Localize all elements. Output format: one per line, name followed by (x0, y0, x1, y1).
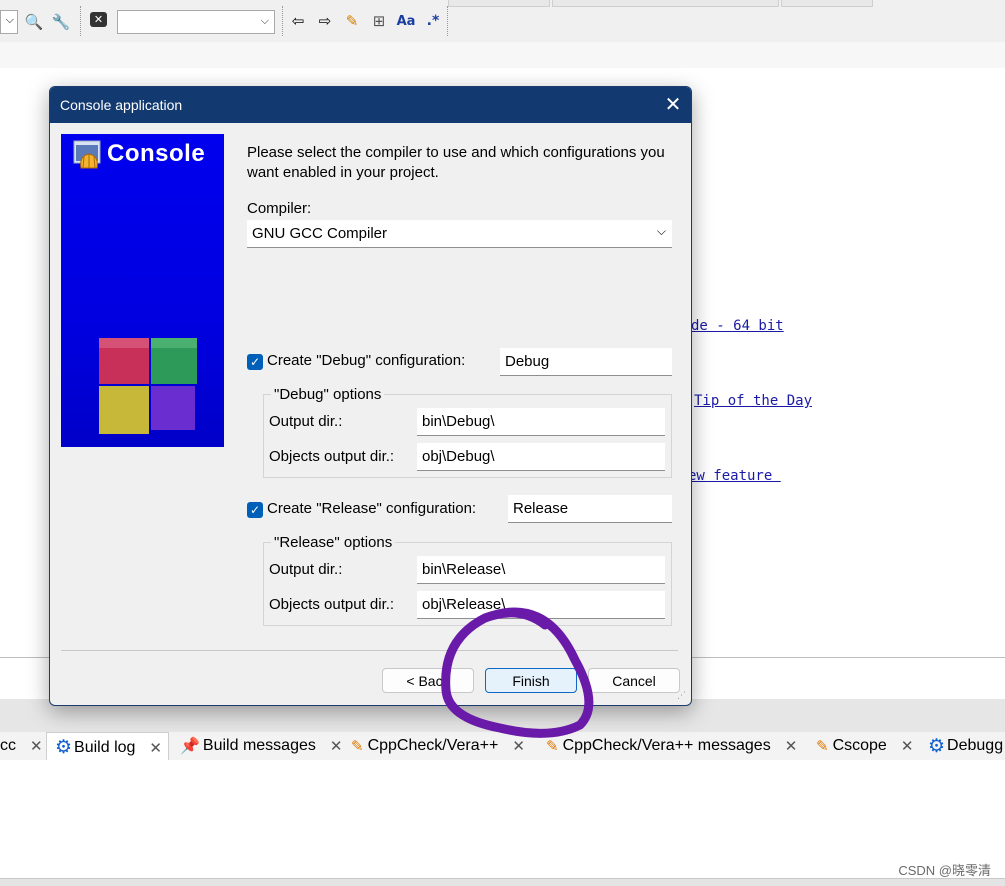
tab-label: Cscope (832, 737, 887, 754)
build-log-panel (0, 760, 1005, 878)
release-checkbox[interactable]: ✓ (247, 502, 263, 518)
debug-obj-dir-field[interactable]: obj\Debug\ (417, 443, 665, 471)
close-icon[interactable]: ✕ (901, 737, 914, 755)
release-output-dir-field[interactable]: bin\Release\ (417, 556, 665, 584)
dialog-title: Console application (60, 97, 183, 113)
toolbar-tab-stub (781, 0, 873, 7)
toolbar-tab-stub (552, 0, 779, 7)
toolbar-tab-stub (448, 0, 550, 7)
close-icon[interactable]: ✕ (660, 91, 686, 117)
tab-cscope[interactable]: ✎ Cscope ✕ (816, 732, 913, 760)
intro-text: Please select the compiler to use and wh… (247, 144, 665, 181)
debug-checkbox-label: Create "Debug" configuration: (267, 352, 466, 369)
release-output-dir-label: Output dir.: (269, 561, 343, 578)
debug-name-field[interactable]: Debug (500, 348, 672, 376)
pin-icon: 📌 (180, 738, 200, 755)
regex-icon[interactable]: .* (423, 11, 443, 31)
toolbar-separator (447, 6, 449, 36)
debug-output-dir-label: Output dir.: (269, 413, 343, 430)
tab-label: Debugg (947, 737, 1004, 754)
tab-label: cc (0, 737, 16, 754)
chevron-down-icon: ⌵ (656, 224, 666, 238)
toolbar-separator (80, 6, 82, 36)
zoom-icon[interactable]: 🔍 (24, 12, 44, 32)
search-combo[interactable]: ⌵ (117, 10, 275, 34)
selection-icon[interactable]: ⊞ (369, 11, 389, 31)
toolbar-combo-partial[interactable]: ⌵ (0, 10, 18, 34)
close-icon[interactable]: ✕ (330, 737, 343, 755)
debug-options-label: "Debug" options (271, 386, 385, 403)
toolbar-separator (282, 6, 284, 36)
start-page-link[interactable]: ew feature (688, 468, 781, 484)
codeblocks-cube-logo (93, 332, 203, 442)
banner-title: Console (107, 140, 206, 167)
dialog-titlebar[interactable]: Console application ✕ (50, 87, 691, 123)
start-page-header (0, 42, 1005, 68)
resize-grip-icon[interactable]: ⋰ (677, 691, 686, 701)
compiler-label: Compiler: (247, 200, 312, 217)
wizard-banner: Console (61, 134, 224, 447)
highlight-pen-icon[interactable]: ✎ (342, 11, 362, 31)
debug-obj-dir-label: Objects output dir.: (269, 448, 395, 465)
arrow-left-icon[interactable]: ⇦ (288, 11, 308, 31)
tab-debugger[interactable]: ⚙ Debugg (928, 732, 1003, 760)
debug-output-dir-field[interactable]: bin\Debug\ (417, 408, 665, 436)
pencil-page-icon: ✎ (816, 738, 829, 755)
watermark: CSDN @晓零清 (898, 863, 991, 878)
gear-icon: ⚙ (928, 735, 946, 757)
close-icon[interactable]: ✕ (30, 737, 43, 755)
gear-icon: ⚙ (55, 737, 73, 758)
tab-label: Build log (74, 738, 136, 756)
annotation-circle (441, 607, 594, 738)
compiler-select[interactable]: GNU GCC Compiler ⌵ (247, 220, 672, 248)
wrench-icon[interactable]: 🔧 (51, 12, 71, 32)
match-case-icon[interactable]: Aa (396, 11, 416, 31)
tab-build-log[interactable]: ⚙ Build log ✕ (46, 732, 169, 762)
release-checkbox-label: Create "Release" configuration: (267, 500, 477, 517)
release-obj-dir-label: Objects output dir.: (269, 596, 395, 613)
close-icon[interactable]: ✕ (785, 737, 798, 755)
pencil-page-icon: ✎ (351, 738, 364, 755)
tab-build-messages[interactable]: 📌 Build messages ✕ (180, 732, 342, 760)
close-icon[interactable]: ✕ (149, 739, 162, 757)
compiler-select-value: GNU GCC Compiler (252, 225, 388, 242)
console-logo-icon (73, 140, 103, 170)
main-toolbar: ⌵ 🔍 🔧 ✕ ⌵ ⇦ ⇨ ✎ ⊞ Aa .* (0, 0, 1005, 43)
debug-checkbox[interactable]: ✓ (247, 354, 263, 370)
arrow-right-icon[interactable]: ⇨ (315, 11, 335, 31)
clear-icon[interactable]: ✕ (90, 12, 107, 27)
tab-cc[interactable]: cc ✕ (0, 732, 43, 760)
start-page-link[interactable]: de - 64 bit (691, 318, 784, 334)
release-options-label: "Release" options (271, 534, 396, 551)
tab-label: Build messages (202, 737, 316, 754)
release-name-field[interactable]: Release (508, 495, 672, 523)
start-page-link[interactable]: Tip of the Day (694, 393, 812, 409)
